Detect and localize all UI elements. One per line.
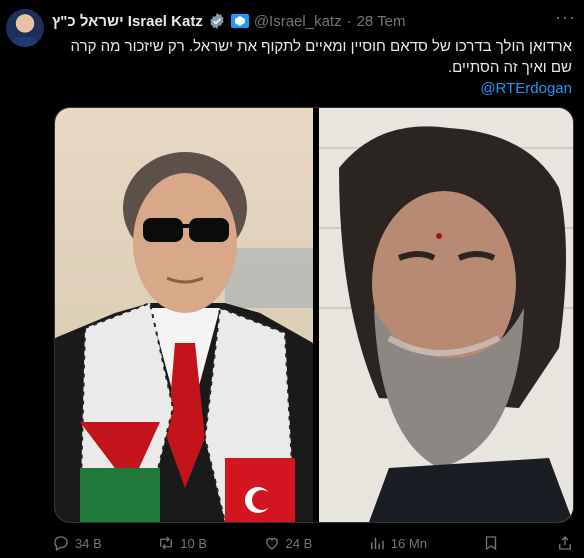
saddam-illustration [319, 108, 573, 522]
bookmark-button[interactable] [482, 534, 500, 552]
like-count: 24 B [285, 535, 313, 551]
repost-icon [160, 536, 173, 550]
repost-button[interactable]: 10 B [157, 534, 207, 552]
heart-icon [265, 537, 278, 550]
views-button[interactable]: 16 Mn [368, 534, 427, 552]
views-icon [370, 537, 384, 549]
tweet-body: ארדואן הולך בדרכו של סדאם חוסיין ומאיים … [70, 38, 572, 76]
erdogan-illustration [55, 152, 313, 522]
display-name[interactable]: ישראל כ"ץ Israel Katz [52, 13, 203, 30]
photo-erdogan[interactable] [55, 108, 313, 522]
tweet-media[interactable] [54, 107, 574, 523]
like-button[interactable]: 24 B [263, 534, 313, 552]
share-icon [559, 536, 571, 550]
tweet-actions: 34 B 10 B 24 B 16 Mn [52, 531, 574, 555]
more-icon[interactable]: ··· [555, 8, 576, 26]
handle[interactable]: @Israel_katz [254, 13, 342, 30]
avatar[interactable] [6, 9, 44, 47]
reply-button[interactable]: 34 B [52, 534, 102, 552]
timestamp[interactable]: 28 Tem [357, 13, 406, 30]
tweet-card[interactable]: ישראל כ"ץ Israel Katz @Israel_katz · 28 … [0, 0, 584, 558]
separator: · [346, 12, 352, 30]
government-flag-icon [230, 14, 249, 28]
share-button[interactable] [556, 534, 574, 552]
mention-link[interactable]: @RTErdogan [52, 78, 572, 99]
photo-saddam[interactable] [319, 108, 573, 522]
tweet-header: ישראל כ"ץ Israel Katz @Israel_katz · 28 … [52, 11, 406, 31]
tweet-text: ארדואן הולך בדרכו של סדאם חוסיין ומאיים … [52, 36, 572, 99]
bookmark-icon [486, 536, 497, 551]
views-count: 16 Mn [390, 535, 427, 551]
reply-icon [54, 536, 68, 551]
repost-count: 10 B [180, 535, 208, 551]
verified-badge-icon[interactable] [208, 12, 226, 30]
reply-count: 34 B [75, 535, 102, 551]
